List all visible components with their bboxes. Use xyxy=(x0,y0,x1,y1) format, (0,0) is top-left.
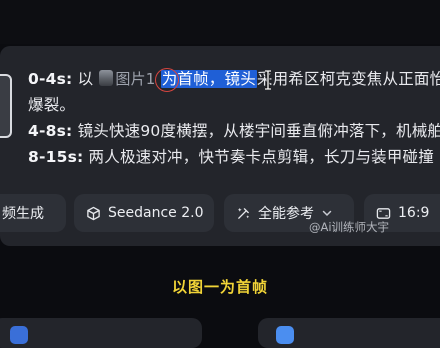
prompt-line-continuation: 爆裂。 xyxy=(28,92,440,118)
segment-text: 两人极速对冲，快节奏卡点剪辑，长刀与装甲碰撞 xyxy=(83,148,434,166)
mode-selector-button[interactable]: 频生成 xyxy=(0,194,66,232)
aspect-ratio-label: 16:9 xyxy=(398,205,430,221)
image-reference-label[interactable]: 图片1 xyxy=(115,70,155,88)
top-strip xyxy=(0,0,440,44)
video-subtitle: 以图一为首帧 xyxy=(171,278,268,296)
segment-text: 以 xyxy=(72,70,94,88)
model-label: Seedance 2.0 xyxy=(108,205,204,221)
prompt-line-4-8s: 4-8s: 镜头快速90度横摆，从楼宇间垂直俯冲落下，机械舶 xyxy=(28,118,440,144)
card-icon xyxy=(276,326,294,344)
bottom-card-right[interactable] xyxy=(258,318,440,348)
prompt-line-8-15s: 8-15s: 两人极速对冲，快节奏卡点剪辑，长刀与装甲碰撞 xyxy=(28,144,440,170)
segment-text: 镜头快速90度横摆，从楼宇间垂直俯冲落下，机械舶 xyxy=(72,122,440,140)
segment-text-continued: 爆裂。 xyxy=(28,96,76,114)
prompt-line-0-4s: 0-4s: 以 图片1 为首帧，镜头采用希区柯克变焦从正面怡 xyxy=(28,66,440,92)
selected-text: 为首帧，镜头 xyxy=(160,70,257,88)
segment-time-4-8s: 4-8s: xyxy=(28,122,73,140)
reference-thumbnail[interactable] xyxy=(0,74,12,138)
magic-wand-icon xyxy=(237,207,250,219)
image-reference-icon xyxy=(99,70,114,86)
cube-icon xyxy=(87,206,100,220)
reference-mode-label: 全能参考 xyxy=(258,206,314,222)
prompt-text-area[interactable]: 0-4s: 以 图片1 为首帧，镜头采用希区柯克变焦从正面怡 爆裂。 4-8s:… xyxy=(28,66,440,170)
segment-text-rest: 用希区柯克变焦从正面怡 xyxy=(272,70,440,88)
card-icon xyxy=(10,326,28,344)
mode-label: 频生成 xyxy=(2,206,44,222)
watermark: @Ai训练师大宇 xyxy=(309,220,390,234)
segment-time-8-15s: 8-15s: xyxy=(28,148,84,166)
chevron-down-icon xyxy=(322,210,332,217)
model-selector-button[interactable]: Seedance 2.0 xyxy=(74,194,214,232)
text-cursor-icon xyxy=(265,70,271,90)
bottom-card-left[interactable] xyxy=(0,318,202,348)
segment-time-0-4s: 0-4s: xyxy=(28,70,73,88)
